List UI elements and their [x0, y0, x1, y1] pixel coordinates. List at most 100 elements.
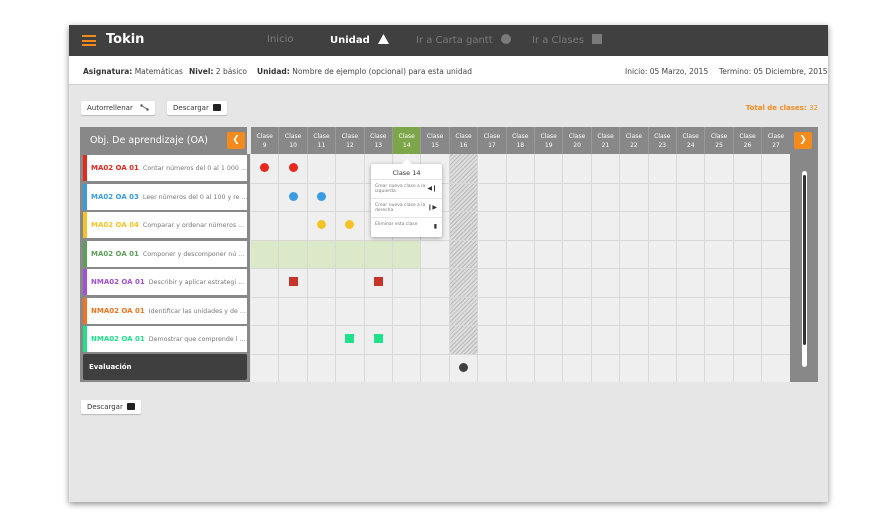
class-label: Clase [739, 133, 756, 140]
oa-list: MA02 OA 01 Contar números del 0 al 1 000 … [80, 154, 250, 382]
square-marker[interactable] [373, 277, 383, 287]
oa-code: NMA02 OA 01 [91, 306, 145, 315]
descargar-button[interactable]: Descargar [167, 101, 227, 115]
square-marker[interactable] [288, 277, 298, 287]
class-header-17[interactable]: Clase 17 [478, 127, 507, 154]
class-label: Clase [370, 133, 387, 140]
footer-descargar-button[interactable]: Descargar [81, 400, 141, 414]
circle-marker[interactable] [317, 220, 326, 230]
total-clases: Total de clases: 32 [746, 104, 818, 112]
top-bar: Tokin Inicio Unidad Ir a Carta gantt Ir … [69, 25, 828, 56]
oa-row[interactable]: MA02 OA 04 Comparar y ordenar números ... [83, 212, 247, 238]
class-header-25[interactable]: Clase 25 [705, 127, 734, 154]
class-header-26[interactable]: Clase 26 [733, 127, 763, 154]
class-header-9[interactable]: Clase 9 [251, 127, 280, 154]
autofill-icon [140, 104, 149, 111]
asignatura-value: Matemáticas [134, 67, 183, 76]
class-header-18[interactable]: Clase 18 [506, 127, 535, 154]
class-header-14[interactable]: Clase 14 ⌵ [393, 127, 422, 158]
oa-header: Obj. De aprendizaje (OA) [80, 127, 247, 154]
circle-marker[interactable] [345, 220, 355, 230]
class-header-10[interactable]: Clase 10 [279, 127, 308, 154]
evaluacion-row[interactable]: Evaluación [83, 354, 247, 380]
class-label: Clase [284, 133, 302, 140]
popup-title: Clase 14 [371, 164, 442, 180]
class-header-16[interactable]: Clase 16 [449, 127, 479, 154]
create-left-option[interactable]: Crear nueva clase a la izquierda ◀❙ [371, 180, 442, 199]
square-marker[interactable] [345, 334, 355, 344]
grid-line [251, 296, 790, 298]
oa-code: MA02 OA 01 [91, 249, 139, 258]
nav-unidad[interactable]: Unidad [330, 34, 390, 46]
circle-marker[interactable] [288, 191, 298, 201]
class-label: Clase [341, 133, 359, 140]
fecha-termino: Termino: 05 Diciembre, 2015 [719, 67, 828, 76]
nav-inicio-label: Inicio [267, 34, 294, 45]
class-number: 23 [658, 142, 667, 149]
insert-right-icon: ❙▶ [427, 204, 437, 211]
class-header-21[interactable]: Clase 21 [591, 127, 621, 154]
oa-code: MA02 OA 04 [91, 221, 139, 229]
class-label: Clase [767, 133, 785, 140]
class-label: Clase [398, 133, 415, 140]
class-header-19[interactable]: Clase 19 [535, 127, 564, 154]
class-label: Clase [682, 133, 699, 140]
class-header-23[interactable]: Clase 23 [648, 127, 677, 154]
nav-inicio[interactable]: Inicio [267, 34, 293, 45]
nav-clases-label: Ir a Clases [532, 35, 585, 46]
oa-row[interactable]: MA02 OA 01 Contar números del 0 al 1 000 … [83, 155, 247, 181]
class-label: Clase [426, 133, 444, 140]
insert-left-icon: ◀❙ [427, 185, 437, 192]
class-label: Clase [313, 133, 330, 140]
circle-marker[interactable] [317, 191, 326, 201]
class-header-13[interactable]: Clase 13 [364, 127, 393, 154]
oa-row[interactable]: MA02 OA 03 Leer números del 0 al 100 y re… [83, 183, 247, 210]
asignatura-label: Asignatura: [83, 67, 133, 76]
oa-desc: Componer y descomponer nú ... [142, 250, 245, 258]
circle-marker[interactable] [459, 362, 468, 372]
class-label: Clase [568, 133, 586, 140]
oa-row[interactable]: NMA02 OA 01 Describir y aplicar estrategi… [83, 269, 247, 295]
chevron-left-icon[interactable]: ❮ [227, 132, 245, 149]
nivel-label: Nivel: [189, 67, 214, 76]
nav-clases[interactable]: Ir a Clases [532, 34, 603, 46]
class-header-24[interactable]: Clase 24 [677, 127, 706, 154]
menu-icon[interactable] [82, 35, 96, 46]
scrollbar-thumb[interactable] [803, 175, 806, 345]
class-header-15[interactable]: Clase 15 [421, 127, 450, 154]
grid-line [251, 353, 790, 355]
class-number: 22 [630, 142, 638, 149]
brand-logo: Tokin [106, 32, 145, 47]
circle-marker[interactable] [288, 163, 298, 173]
class-header-12[interactable]: Clase 12 [336, 127, 365, 154]
class-grid: Clase 9 Clase 10 Clase 11 Clase 12 Clase 13 Clase 1… [251, 127, 790, 382]
class-number: 9 [262, 142, 267, 149]
class-header-27[interactable]: Clase 27 [762, 127, 790, 154]
circle-marker[interactable] [260, 163, 270, 173]
delete-class-option[interactable]: Eliminar esta clase ▮ [371, 218, 442, 237]
class-header-22[interactable]: Clase 22 [620, 127, 649, 154]
oa-row[interactable]: NMA02 OA 01 Demostrar que comprende l ... [83, 326, 247, 352]
class-number: 19 [544, 142, 553, 149]
class-number: 15 [431, 142, 439, 149]
autorrellenar-button[interactable]: Autorrellenar [81, 101, 156, 115]
grid-line [251, 239, 790, 241]
oa-desc: Describir y aplicar estrategi ... [148, 279, 245, 286]
oa-row[interactable]: NMA02 OA 01 Identificar las unidades y de… [83, 297, 247, 324]
create-left-label: Crear nueva clase a la izquierda [375, 184, 426, 194]
oa-code: NMA02 OA 01 [91, 278, 145, 286]
class-label: Clase [256, 133, 273, 140]
nav-carta-gantt[interactable]: Ir a Carta gantt [416, 34, 511, 46]
grid-line [251, 268, 790, 269]
chevron-down-icon[interactable]: ⌵ [404, 151, 409, 158]
class-header-20[interactable]: Clase 20 [563, 127, 592, 154]
class-number: 20 [573, 142, 581, 149]
class-header-11[interactable]: Clase 11 [307, 127, 337, 154]
oa-row[interactable]: MA02 OA 01 Componer y descomponer nú ... [83, 240, 247, 267]
square-marker[interactable] [373, 334, 383, 344]
chevron-right-icon[interactable]: ❯ [794, 132, 812, 149]
printer-icon [126, 403, 135, 410]
asignatura-info: Asignatura: Matemáticas [83, 67, 183, 76]
create-right-option[interactable]: Crear nueva clase a la derecha ❙▶ [371, 199, 442, 218]
app-window: Tokin Inicio Unidad Ir a Carta gantt Ir … [69, 25, 828, 502]
